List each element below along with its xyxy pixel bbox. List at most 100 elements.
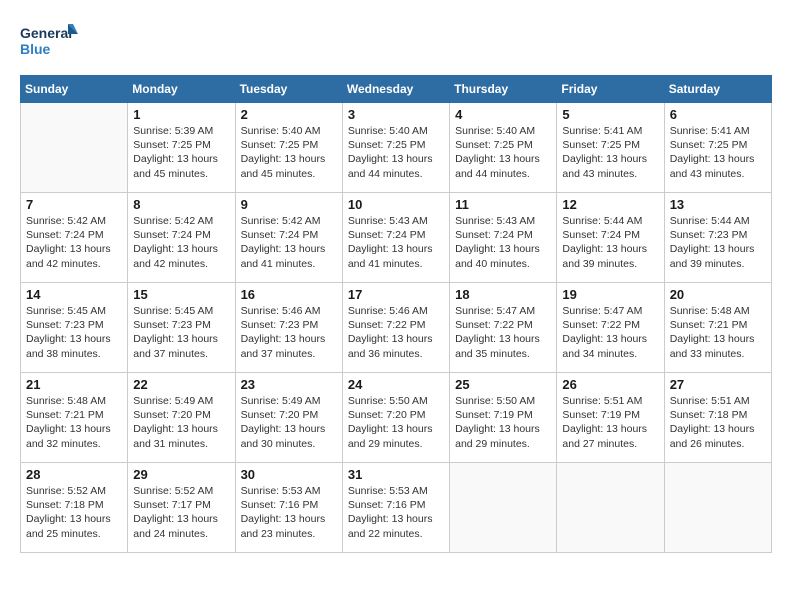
day-info: Sunrise: 5:50 AM Sunset: 7:20 PM Dayligh…	[348, 394, 444, 451]
day-number: 31	[348, 467, 444, 482]
calendar-cell: 1Sunrise: 5:39 AM Sunset: 7:25 PM Daylig…	[128, 103, 235, 193]
calendar-cell	[450, 463, 557, 553]
day-number: 15	[133, 287, 229, 302]
header-monday: Monday	[128, 76, 235, 103]
day-number: 4	[455, 107, 551, 122]
calendar-cell: 5 Sunrise: 5:41 AM Sunset: 7:25 PM Daylig…	[557, 103, 664, 193]
day-number: 28	[26, 467, 122, 482]
day-number: 2	[241, 107, 337, 122]
day-info: Sunrise: 5:51 AM Sunset: 7:19 PM Dayligh…	[562, 394, 658, 451]
calendar-cell: 20 Sunrise: 5:48 AM Sunset: 7:21 PM Dayli…	[664, 283, 771, 373]
day-number: 20	[670, 287, 766, 302]
calendar-cell: 6Sunrise: 5:41 AM Sunset: 7:25 PM Daylig…	[664, 103, 771, 193]
day-number: 19	[562, 287, 658, 302]
day-number: 18	[455, 287, 551, 302]
header-tuesday: Tuesday	[235, 76, 342, 103]
day-info: Sunrise: 5:45 AM Sunset: 7:23 PM Dayligh…	[133, 304, 229, 361]
day-number: 17	[348, 287, 444, 302]
day-info: Sunrise: 5:40 AM Sunset: 7:25 PM Dayligh…	[348, 124, 444, 181]
day-info: Sunrise: 5:40 AM Sunset: 7:25 PM Dayligh…	[241, 124, 337, 181]
calendar-cell: 19 Sunrise: 5:47 AM Sunset: 7:22 PM Dayli…	[557, 283, 664, 373]
calendar-cell: 7Sunrise: 5:42 AM Sunset: 7:24 PM Daylig…	[21, 193, 128, 283]
logo-svg: GeneralBlue	[20, 20, 80, 65]
calendar-header-row: SundayMondayTuesdayWednesdayThursdayFrid…	[21, 76, 772, 103]
day-info: Sunrise: 5:39 AM Sunset: 7:25 PM Dayligh…	[133, 124, 229, 181]
calendar-cell: 24 Sunrise: 5:50 AM Sunset: 7:20 PM Dayli…	[342, 373, 449, 463]
header-thursday: Thursday	[450, 76, 557, 103]
calendar-week-1: 1Sunrise: 5:39 AM Sunset: 7:25 PM Daylig…	[21, 103, 772, 193]
calendar-cell: 14 Sunrise: 5:45 AM Sunset: 7:23 PM Dayli…	[21, 283, 128, 373]
calendar-cell: 15 Sunrise: 5:45 AM Sunset: 7:23 PM Dayli…	[128, 283, 235, 373]
calendar-cell: 27 Sunrise: 5:51 AM Sunset: 7:18 PM Dayli…	[664, 373, 771, 463]
day-info: Sunrise: 5:51 AM Sunset: 7:18 PM Dayligh…	[670, 394, 766, 451]
calendar-cell	[21, 103, 128, 193]
day-info: Sunrise: 5:52 AM Sunset: 7:17 PM Dayligh…	[133, 484, 229, 541]
header-wednesday: Wednesday	[342, 76, 449, 103]
day-info: Sunrise: 5:45 AM Sunset: 7:23 PM Dayligh…	[26, 304, 122, 361]
calendar-cell: 28 Sunrise: 5:52 AM Sunset: 7:18 PM Dayli…	[21, 463, 128, 553]
day-number: 29	[133, 467, 229, 482]
day-info: Sunrise: 5:42 AM Sunset: 7:24 PM Dayligh…	[241, 214, 337, 271]
calendar-week-3: 14 Sunrise: 5:45 AM Sunset: 7:23 PM Dayli…	[21, 283, 772, 373]
day-info: Sunrise: 5:49 AM Sunset: 7:20 PM Dayligh…	[241, 394, 337, 451]
svg-text:General: General	[20, 25, 72, 41]
day-info: Sunrise: 5:43 AM Sunset: 7:24 PM Dayligh…	[455, 214, 551, 271]
calendar-cell: 22 Sunrise: 5:49 AM Sunset: 7:20 PM Dayli…	[128, 373, 235, 463]
calendar-cell: 29 Sunrise: 5:52 AM Sunset: 7:17 PM Dayli…	[128, 463, 235, 553]
calendar-cell: 30Sunrise: 5:53 AM Sunset: 7:16 PM Dayli…	[235, 463, 342, 553]
header-sunday: Sunday	[21, 76, 128, 103]
day-info: Sunrise: 5:41 AM Sunset: 7:25 PM Dayligh…	[562, 124, 658, 181]
day-info: Sunrise: 5:50 AM Sunset: 7:19 PM Dayligh…	[455, 394, 551, 451]
day-number: 11	[455, 197, 551, 212]
calendar-week-5: 28 Sunrise: 5:52 AM Sunset: 7:18 PM Dayli…	[21, 463, 772, 553]
day-number: 8	[133, 197, 229, 212]
calendar-cell	[557, 463, 664, 553]
calendar-week-4: 21 Sunrise: 5:48 AM Sunset: 7:21 PM Dayli…	[21, 373, 772, 463]
day-number: 14	[26, 287, 122, 302]
day-info: Sunrise: 5:48 AM Sunset: 7:21 PM Dayligh…	[670, 304, 766, 361]
day-info: Sunrise: 5:42 AM Sunset: 7:24 PM Dayligh…	[26, 214, 122, 271]
svg-text:Blue: Blue	[20, 41, 51, 57]
day-number: 25	[455, 377, 551, 392]
calendar-table: SundayMondayTuesdayWednesdayThursdayFrid…	[20, 75, 772, 553]
calendar-cell: 26 Sunrise: 5:51 AM Sunset: 7:19 PM Dayli…	[557, 373, 664, 463]
day-info: Sunrise: 5:49 AM Sunset: 7:20 PM Dayligh…	[133, 394, 229, 451]
calendar-cell: 21 Sunrise: 5:48 AM Sunset: 7:21 PM Dayli…	[21, 373, 128, 463]
calendar-cell: 12 Sunrise: 5:44 AM Sunset: 7:24 PM Dayli…	[557, 193, 664, 283]
day-info: Sunrise: 5:44 AM Sunset: 7:24 PM Dayligh…	[562, 214, 658, 271]
day-number: 6	[670, 107, 766, 122]
day-info: Sunrise: 5:53 AM Sunset: 7:16 PM Dayligh…	[348, 484, 444, 541]
day-number: 27	[670, 377, 766, 392]
day-number: 21	[26, 377, 122, 392]
calendar-cell: 18 Sunrise: 5:47 AM Sunset: 7:22 PM Dayli…	[450, 283, 557, 373]
day-info: Sunrise: 5:43 AM Sunset: 7:24 PM Dayligh…	[348, 214, 444, 271]
day-info: Sunrise: 5:44 AM Sunset: 7:23 PM Dayligh…	[670, 214, 766, 271]
day-info: Sunrise: 5:48 AM Sunset: 7:21 PM Dayligh…	[26, 394, 122, 451]
day-info: Sunrise: 5:46 AM Sunset: 7:22 PM Dayligh…	[348, 304, 444, 361]
day-number: 24	[348, 377, 444, 392]
calendar-cell: 8 Sunrise: 5:42 AM Sunset: 7:24 PM Daylig…	[128, 193, 235, 283]
day-number: 5	[562, 107, 658, 122]
day-number: 12	[562, 197, 658, 212]
day-info: Sunrise: 5:47 AM Sunset: 7:22 PM Dayligh…	[562, 304, 658, 361]
calendar-cell: 13Sunrise: 5:44 AM Sunset: 7:23 PM Dayli…	[664, 193, 771, 283]
calendar-cell: 2 Sunrise: 5:40 AM Sunset: 7:25 PM Daylig…	[235, 103, 342, 193]
day-info: Sunrise: 5:47 AM Sunset: 7:22 PM Dayligh…	[455, 304, 551, 361]
header: GeneralBlue	[20, 20, 772, 65]
day-info: Sunrise: 5:53 AM Sunset: 7:16 PM Dayligh…	[241, 484, 337, 541]
day-number: 22	[133, 377, 229, 392]
calendar-week-2: 7Sunrise: 5:42 AM Sunset: 7:24 PM Daylig…	[21, 193, 772, 283]
day-info: Sunrise: 5:42 AM Sunset: 7:24 PM Dayligh…	[133, 214, 229, 271]
day-number: 23	[241, 377, 337, 392]
header-saturday: Saturday	[664, 76, 771, 103]
logo: GeneralBlue	[20, 20, 80, 65]
calendar-cell: 31 Sunrise: 5:53 AM Sunset: 7:16 PM Dayli…	[342, 463, 449, 553]
calendar-cell: 4Sunrise: 5:40 AM Sunset: 7:25 PM Daylig…	[450, 103, 557, 193]
calendar-cell: 11 Sunrise: 5:43 AM Sunset: 7:24 PM Dayli…	[450, 193, 557, 283]
calendar-cell: 25 Sunrise: 5:50 AM Sunset: 7:19 PM Dayli…	[450, 373, 557, 463]
day-number: 9	[241, 197, 337, 212]
calendar-cell: 23 Sunrise: 5:49 AM Sunset: 7:20 PM Dayli…	[235, 373, 342, 463]
day-number: 26	[562, 377, 658, 392]
day-info: Sunrise: 5:52 AM Sunset: 7:18 PM Dayligh…	[26, 484, 122, 541]
calendar-cell: 16Sunrise: 5:46 AM Sunset: 7:23 PM Dayli…	[235, 283, 342, 373]
